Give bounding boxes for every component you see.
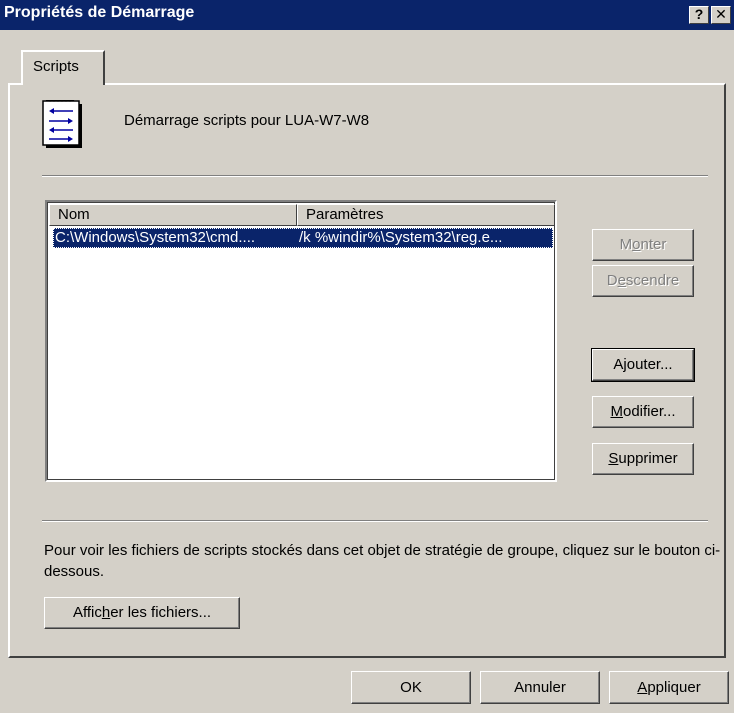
scripts-list[interactable]: Nom Paramètres C:\Windows\System32\cmd..… xyxy=(45,200,557,482)
tab-scripts-label: Scripts xyxy=(33,58,79,75)
add-button[interactable]: Ajouter... xyxy=(591,348,695,382)
ok-button[interactable]: OK xyxy=(351,671,471,704)
dialog-window: Propriétés de Démarrage ? ✕ Scripts Déma… xyxy=(0,0,734,713)
show-files-button[interactable]: Afficher les fichiers... xyxy=(44,597,240,629)
script-file-icon xyxy=(42,100,82,148)
list-item[interactable]: C:\Windows\System32\cmd.... /k %windir%\… xyxy=(53,228,553,248)
cell-parametres: /k %windir%\System32\reg.e... xyxy=(299,229,503,246)
apply-button[interactable]: Appliquer xyxy=(609,671,729,704)
column-header-nom[interactable]: Nom xyxy=(49,204,297,226)
move-up-button[interactable]: Monter xyxy=(592,229,694,261)
close-button[interactable]: ✕ xyxy=(711,6,731,24)
scripts-heading: Démarrage scripts pour LUA-W7-W8 xyxy=(124,112,370,129)
cancel-button[interactable]: Annuler xyxy=(480,671,600,704)
tab-scripts[interactable]: Scripts xyxy=(21,50,105,85)
title-bar[interactable]: Propriétés de Démarrage ? ✕ xyxy=(0,0,734,30)
separator xyxy=(42,175,708,177)
list-header: Nom Paramètres xyxy=(49,204,555,226)
cell-nom: C:\Windows\System32\cmd.... xyxy=(55,229,256,246)
column-header-parametres[interactable]: Paramètres xyxy=(297,204,555,226)
window-title: Propriétés de Démarrage xyxy=(4,4,195,21)
info-text: Pour voir les fichiers de scripts stocké… xyxy=(44,542,721,580)
edit-button[interactable]: Modifier... xyxy=(592,396,694,428)
delete-button[interactable]: Supprimer xyxy=(592,443,694,475)
separator xyxy=(42,520,708,522)
help-button[interactable]: ? xyxy=(689,6,709,24)
move-down-button[interactable]: Descendre xyxy=(592,265,694,297)
